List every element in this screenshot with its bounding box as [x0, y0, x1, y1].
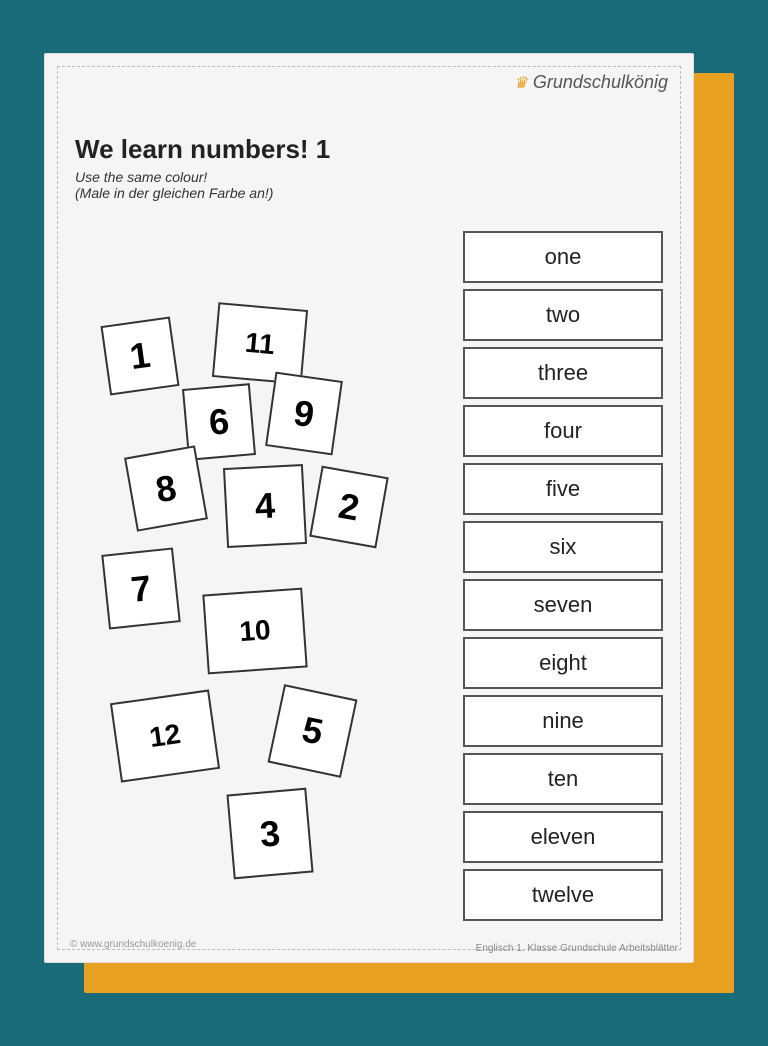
number-tile: 2 — [309, 466, 388, 549]
word-box: six — [463, 521, 663, 573]
word-box: nine — [463, 695, 663, 747]
worksheet: ♛ Grundschulkönig We learn numbers! 1 Us… — [44, 53, 694, 963]
word-box: ten — [463, 753, 663, 805]
number-tile: 3 — [226, 788, 313, 880]
number-tile: 5 — [268, 684, 358, 778]
crown-icon: ♛ — [514, 73, 528, 93]
footer-label: Englisch 1. Klasse Grundschule Arbeitsbl… — [476, 943, 678, 954]
word-box: twelve — [463, 869, 663, 921]
brand-name: Grundschulkönig — [533, 72, 668, 93]
number-tile: 8 — [124, 445, 208, 531]
number-tile: 7 — [101, 547, 180, 629]
word-box: eight — [463, 637, 663, 689]
number-tile: 9 — [265, 372, 343, 456]
number-tile: 11 — [212, 302, 308, 385]
word-box: four — [463, 405, 663, 457]
word-box: five — [463, 463, 663, 515]
number-tile: 12 — [110, 689, 220, 782]
worksheet-subtitle2: (Male in der gleichen Farbe an!) — [75, 185, 663, 201]
footer-url: © www.grundschulkoenig.de — [70, 939, 196, 950]
numbers-section: 111698427101253 — [75, 221, 443, 921]
content-area: 111698427101253 onetwothreefourfivesixse… — [75, 221, 663, 921]
worksheet-subtitle: Use the same colour! — [75, 169, 663, 185]
brand-logo: ♛ Grundschulkönig — [514, 72, 668, 93]
worksheet-title: We learn numbers! 1 — [75, 134, 663, 165]
word-box: eleven — [463, 811, 663, 863]
number-tile: 4 — [223, 464, 307, 548]
word-box: two — [463, 289, 663, 341]
number-tile: 1 — [100, 316, 179, 395]
word-box: three — [463, 347, 663, 399]
number-tile: 10 — [202, 588, 307, 675]
words-section: one two three four five six seven eight nine ten e… — [463, 231, 663, 921]
page-wrapper: ♛ Grundschulkönig We learn numbers! 1 Us… — [44, 53, 724, 993]
word-box: seven — [463, 579, 663, 631]
word-box: one — [463, 231, 663, 283]
